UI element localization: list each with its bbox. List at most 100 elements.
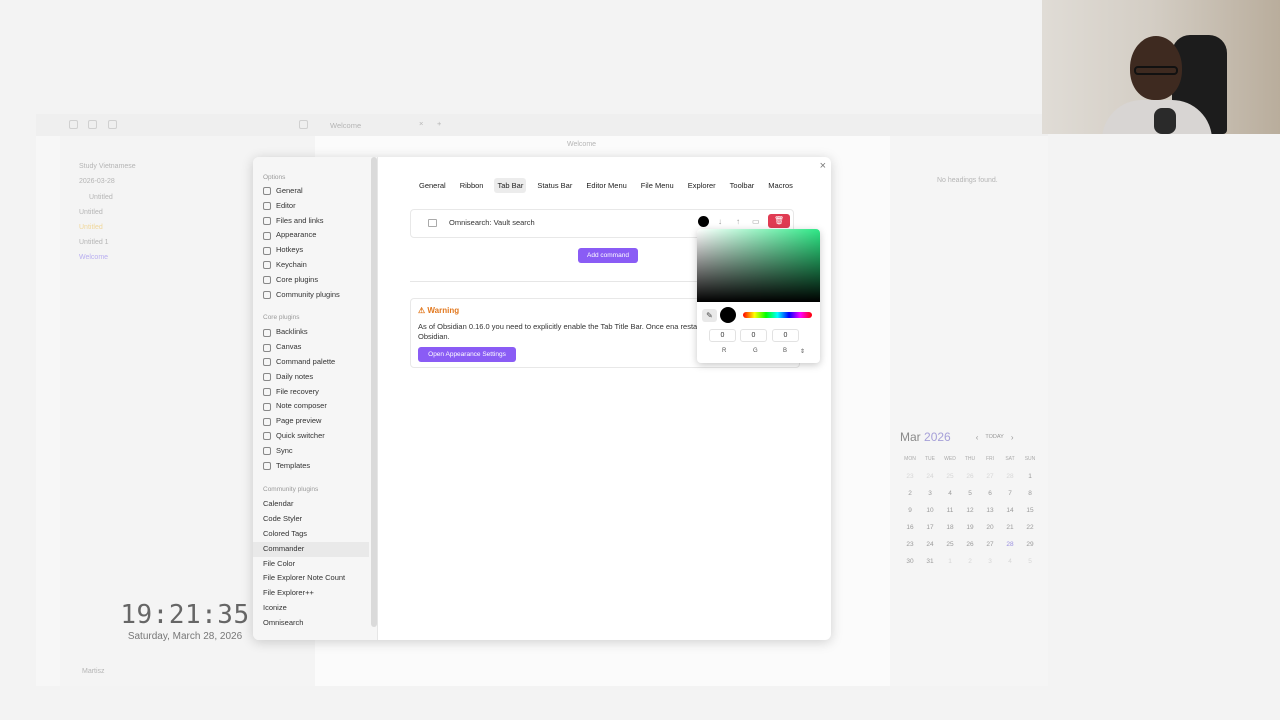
calendar-day[interactable]: 15 [1020, 507, 1040, 518]
vault-name[interactable]: Martisz [82, 668, 105, 675]
nav-item-core-plugins[interactable]: Core plugins [253, 273, 377, 288]
device-mode-icon[interactable]: ▭ [752, 217, 760, 226]
calendar-day[interactable]: 24 [920, 541, 940, 552]
explorer-item[interactable]: Untitled [79, 224, 103, 231]
nav-item-general[interactable]: General [253, 184, 377, 199]
tab-explorer[interactable]: Explorer [685, 178, 719, 193]
nav-item-canvas[interactable]: Canvas [253, 340, 377, 355]
tab-general[interactable]: General [416, 178, 449, 193]
explorer-item[interactable]: Untitled [79, 209, 103, 216]
explorer-item[interactable]: 2026-03-28 [79, 178, 115, 185]
nav-item-backlinks[interactable]: Backlinks [253, 325, 377, 340]
nav-item-note-composer[interactable]: Note composer [253, 399, 377, 414]
calendar-day[interactable]: 9 [900, 507, 920, 518]
tab-macros[interactable]: Macros [765, 178, 796, 193]
calendar-day[interactable]: 19 [960, 524, 980, 535]
calendar-day[interactable]: 12 [960, 507, 980, 518]
nav-item-file-recovery[interactable]: File recovery [253, 385, 377, 400]
calendar-day[interactable]: 20 [980, 524, 1000, 535]
new-tab-icon[interactable]: + [437, 119, 441, 128]
search-icon[interactable] [88, 120, 97, 129]
tab-status-bar[interactable]: Status Bar [534, 178, 575, 193]
calendar-day[interactable]: 8 [1020, 490, 1040, 501]
tab-editor-menu[interactable]: Editor Menu [583, 178, 629, 193]
hue-slider[interactable] [743, 312, 812, 318]
add-command-button[interactable]: Add command [578, 248, 638, 263]
eyedropper-icon[interactable]: ✎ [702, 309, 717, 322]
nav-item-editor[interactable]: Editor [253, 199, 377, 214]
calendar-day[interactable]: 4 [1000, 558, 1020, 569]
nav-item-sync[interactable]: Sync [253, 444, 377, 459]
calendar-day[interactable]: 5 [1020, 558, 1040, 569]
nav-item-file-color[interactable]: File Color [253, 557, 377, 572]
color-swatch[interactable] [698, 216, 709, 227]
calendar-day[interactable]: 5 [960, 490, 980, 501]
calendar-day[interactable]: 23 [900, 541, 920, 552]
tab-tab-bar[interactable]: Tab Bar [494, 178, 527, 193]
next-month-icon[interactable]: › [1011, 433, 1014, 442]
nav-item-omnisearch[interactable]: Omnisearch [253, 616, 377, 631]
calendar-day[interactable]: 10 [920, 507, 940, 518]
calendar-day[interactable]: 27 [980, 473, 1000, 484]
calendar-day[interactable]: 1 [1020, 473, 1040, 484]
calendar-day[interactable]: 28 [1000, 541, 1020, 552]
r-input[interactable]: 0 [709, 329, 736, 342]
tab-welcome[interactable]: Welcome [330, 121, 361, 130]
nav-item-calendar[interactable]: Calendar [253, 497, 377, 512]
calendar-day[interactable]: 3 [920, 490, 940, 501]
calendar-day[interactable]: 2 [900, 490, 920, 501]
nav-item-file-explorer-[interactable]: File Explorer++ [253, 586, 377, 601]
open-appearance-button[interactable]: Open Appearance Settings [418, 347, 516, 362]
tab-close-icon[interactable]: × [419, 119, 423, 128]
g-input[interactable]: 0 [740, 329, 767, 342]
calendar-day[interactable]: 17 [920, 524, 940, 535]
calendar-day[interactable]: 30 [900, 558, 920, 569]
saturation-field[interactable] [697, 229, 820, 302]
folder-icon[interactable] [69, 120, 78, 129]
nav-item-appearance[interactable]: Appearance [253, 228, 377, 243]
calendar-day[interactable]: 3 [980, 558, 1000, 569]
calendar-day[interactable]: 21 [1000, 524, 1020, 535]
nav-item-daily-notes[interactable]: Daily notes [253, 370, 377, 385]
nav-item-colored-tags[interactable]: Colored Tags [253, 527, 377, 542]
nav-item-iconize[interactable]: Iconize [253, 601, 377, 616]
tab-ribbon[interactable]: Ribbon [457, 178, 487, 193]
calendar-day[interactable]: 26 [960, 541, 980, 552]
calendar-day[interactable]: 27 [980, 541, 1000, 552]
calendar-day[interactable]: 18 [940, 524, 960, 535]
calendar-day[interactable]: 23 [900, 473, 920, 484]
calendar-day[interactable]: 6 [980, 490, 1000, 501]
nav-item-code-styler[interactable]: Code Styler [253, 512, 377, 527]
calendar-day[interactable]: 25 [940, 473, 960, 484]
calendar-day[interactable]: 1 [940, 558, 960, 569]
tab-file-menu[interactable]: File Menu [638, 178, 677, 193]
calendar-day[interactable]: 26 [960, 473, 980, 484]
calendar-day[interactable]: 7 [1000, 490, 1020, 501]
calendar-day[interactable]: 31 [920, 558, 940, 569]
calendar-day[interactable]: 24 [920, 473, 940, 484]
sidebar-scrollbar[interactable] [371, 157, 377, 627]
explorer-item[interactable]: Untitled [89, 194, 113, 201]
calendar-day[interactable]: 16 [900, 524, 920, 535]
calendar-day[interactable]: 28 [1000, 473, 1020, 484]
calendar-day[interactable]: 25 [940, 541, 960, 552]
b-input[interactable]: 0 [772, 329, 799, 342]
calendar-day[interactable]: 4 [940, 490, 960, 501]
explorer-folder[interactable]: Study Vietnamese [79, 163, 136, 170]
mode-toggle-icon[interactable]: ⇕ [800, 348, 805, 355]
delete-icon[interactable]: 🗑 [768, 214, 790, 228]
nav-item-command-palette[interactable]: Command palette [253, 355, 377, 370]
move-down-icon[interactable]: ↓ [718, 217, 722, 226]
calendar-day[interactable]: 29 [1020, 541, 1040, 552]
nav-item-files-and-links[interactable]: Files and links [253, 214, 377, 229]
close-icon[interactable]: × [820, 160, 826, 172]
tab-toolbar[interactable]: Toolbar [727, 178, 758, 193]
command-icon[interactable] [428, 219, 437, 227]
nav-item-hotkeys[interactable]: Hotkeys [253, 243, 377, 258]
prev-month-icon[interactable]: ‹ [976, 433, 979, 442]
calendar-day[interactable]: 13 [980, 507, 1000, 518]
explorer-item[interactable]: Untitled 1 [79, 239, 109, 246]
nav-item-page-preview[interactable]: Page preview [253, 414, 377, 429]
calendar-day[interactable]: 14 [1000, 507, 1020, 518]
explorer-item[interactable]: Welcome [79, 254, 108, 261]
